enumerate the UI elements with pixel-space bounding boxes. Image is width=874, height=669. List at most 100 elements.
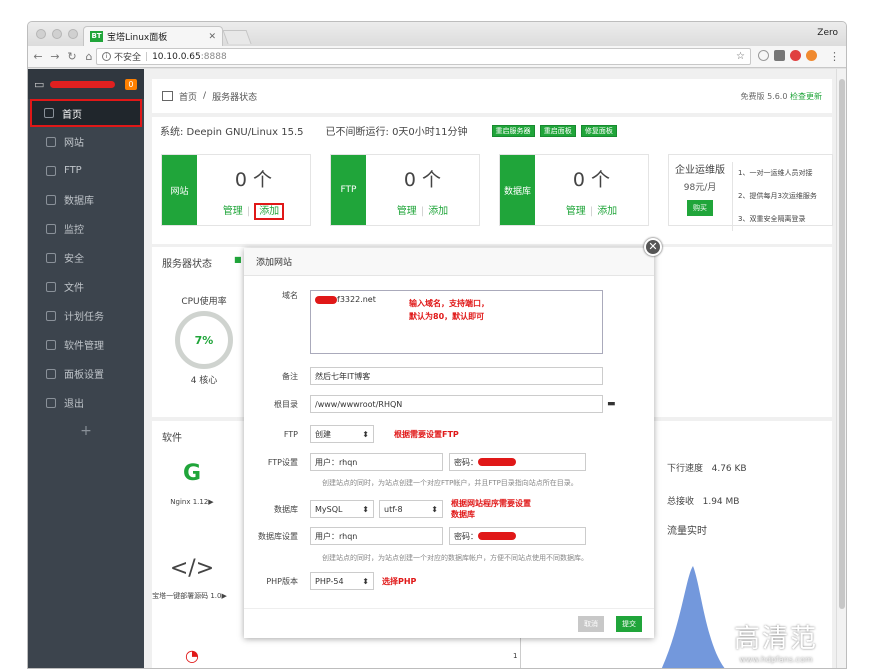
uptime: 已不间断运行: 0天0小时11分钟 [325,127,468,138]
window-controls[interactable] [36,29,78,39]
php-select[interactable]: PHP-54 ⬍ [310,572,374,590]
add-website-dialog: 添加网站 域名 f3322.net 输入域名，支持端口， 默认为80，默认即可 备… [244,248,654,638]
root-input[interactable]: /www/wwwroot/RHQN [310,395,603,413]
scrollbar[interactable] [836,69,846,668]
home-icon[interactable]: ⌂ [82,50,96,63]
sidebar-item-label: 软件管理 [64,341,104,352]
browser-tab[interactable]: BT 宝塔Linux面板 ✕ [83,26,223,46]
cpu-gauge: CPU使用率 7% 4 核心 [174,294,234,386]
sidebar-item-5[interactable]: 安全 [28,243,144,272]
ftp-label: FTP [283,429,298,439]
extension-icon[interactable] [806,50,817,61]
ftp-user-input[interactable]: 用户： rhqn [310,453,443,471]
db-charset-select[interactable]: utf-8 ⬍ [379,500,443,518]
add-website-link[interactable]: 添加 [254,203,285,220]
sidebar-item-label: 数据库 [64,196,94,207]
manage-link[interactable]: 管理 [566,206,586,217]
software-icon[interactable]: ◔ [152,646,232,665]
calendar-icon [46,310,56,321]
sidebar-item-1[interactable]: 网站 [28,127,144,156]
sidebar-item-7[interactable]: 计划任务 [28,301,144,330]
buy-button[interactable]: 购买 [687,200,713,216]
redacted-mark [478,458,516,466]
enterprise-box: 企业运维版 98元/月 购买 1、一对一运维人员对接 2、提供每月3次运维服务 … [668,154,833,231]
address-bar-row: ← → ↻ ⌂ i 不安全 | 10.10.0.65:8888 ☆ ⋮ [28,46,846,68]
cancel-button[interactable]: 取消 [578,616,604,632]
software-nginx[interactable]: G Nginx 1.12▶ [152,461,232,506]
logout-icon [46,397,56,408]
check-update-link[interactable]: 检查更新 [790,92,822,101]
software-deploy[interactable]: </> 宝塔一键部署源码 1.0▶ [152,556,232,601]
notification-badge[interactable]: 0 [125,78,137,90]
ftp-hint: 创建站点的同时，为站点创建一个对应FTP帐户，并且FTP目录指向站点所在目录。 [322,479,578,487]
note-input[interactable]: 然后七年IT博客 [310,367,603,385]
back-icon[interactable]: ← [31,50,45,63]
menu-icon[interactable]: ⋮ [829,50,840,63]
sidebar-item-label: 退出 [64,399,84,410]
repair-panel-button[interactable]: 修复面板 [580,125,617,137]
sidebar: ▭ 0 首页网站 FTP 数据库监控 安全 文件 计划任务软件管理面板设置退出 + [28,69,144,668]
maximize-dot[interactable] [68,29,78,39]
db-user-input[interactable]: 用户： rhqn [310,527,443,545]
sidebar-item-6[interactable]: 文件 [28,272,144,301]
extension-icon[interactable] [790,50,801,61]
extension-icon[interactable] [774,50,785,61]
restart-server-button[interactable]: 重启服务器 [491,125,535,137]
php-label: PHP版本 [266,576,298,586]
forward-icon[interactable]: → [48,50,62,63]
monitor-icon: ▭ [34,77,45,91]
ftp-select[interactable]: 创建 ⬍ [310,425,374,443]
home-icon[interactable] [162,91,173,101]
ftp-password-input[interactable]: 密码： [449,453,586,471]
breadcrumb-current: 服务器状态 [212,92,258,103]
axis-tick: 1 [513,652,518,660]
sidebar-item-10[interactable]: 退出 [28,388,144,417]
minimize-dot[interactable] [52,29,62,39]
reload-icon[interactable]: ↻ [65,50,79,63]
breadcrumb-home[interactable]: 首页 [179,90,197,103]
grid-icon [46,339,56,350]
bookmark-star-icon[interactable]: ☆ [736,51,745,62]
panel-title: 服务器状态 [162,259,212,270]
security-label: 不安全 [114,53,142,63]
sidebar-item-label: 面板设置 [64,370,104,381]
manage-link[interactable]: 管理 [397,206,417,217]
folder-icon [46,281,56,292]
new-tab-button[interactable] [222,30,252,44]
tab-close-icon[interactable]: ✕ [208,32,216,42]
nginx-icon: G [182,461,202,486]
sidebar-item-3[interactable]: 数据库 [28,185,144,214]
url-port: :8888 [200,51,227,62]
url-field[interactable]: i 不安全 | 10.10.0.65:8888 ☆ [96,48,751,65]
dialog-footer: 取消 提交 [244,608,654,638]
add-link[interactable]: 添加 [428,206,448,217]
shield-icon [46,252,56,263]
sidebar-item-9[interactable]: 面板设置 [28,359,144,388]
sidebar-item-4[interactable]: 监控 [28,214,144,243]
system-info: 系统: Deepin GNU/Linux 15.5 已不间断运行: 0天0小时1… [160,123,617,138]
db-password-input[interactable]: 密码： [449,527,586,545]
submit-button[interactable]: 提交 [616,616,642,632]
sidebar-item-2[interactable]: FTP [28,156,144,185]
add-icon[interactable]: + [28,423,144,439]
stat-box-website: 网站 0 个 管理 | 添加 [161,154,311,226]
manage-link[interactable]: 管理 [223,206,243,217]
db-setting-label: 数据库设置 [258,531,298,541]
info-icon[interactable]: i [102,52,111,61]
db-type-select[interactable]: MySQL ⬍ [310,500,374,518]
folder-icon[interactable]: ▬ [607,399,616,409]
stat-label: 网站 [162,155,197,225]
profile-name[interactable]: Zero [817,28,838,38]
domain-textarea[interactable]: f3322.net 输入域名，支持端口， 默认为80，默认即可 [310,290,603,354]
close-dot[interactable] [36,29,46,39]
sidebar-item-8[interactable]: 软件管理 [28,330,144,359]
dialog-close-icon[interactable]: ✕ [644,238,662,256]
sidebar-item-label: 首页 [62,109,82,121]
home-icon [44,108,54,118]
domain-label: 域名 [282,291,298,300]
scroll-thumb[interactable] [839,79,845,609]
restart-panel-button[interactable]: 重启面板 [539,125,576,137]
extension-icon[interactable] [758,50,769,61]
add-link[interactable]: 添加 [597,206,617,217]
sidebar-item-0[interactable]: 首页 [30,99,142,127]
